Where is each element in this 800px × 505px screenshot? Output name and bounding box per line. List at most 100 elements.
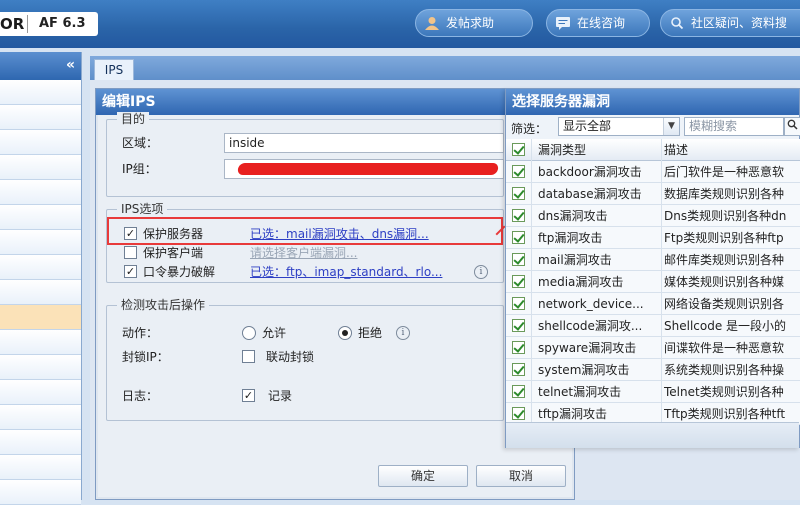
vuln-type-cell: mail漏洞攻击 [538,253,612,267]
row-checkbox[interactable] [512,363,525,376]
online-consult-button[interactable]: 在线咨询 [546,9,650,37]
table-row[interactable]: mail漏洞攻击 邮件库类规则识别各种 [506,249,800,271]
vuln-type-cell: system漏洞攻击 [538,363,630,377]
search-icon [671,17,684,30]
row-checkbox[interactable] [512,319,525,332]
table-row[interactable]: backdoor漏洞攻击 后门软件是一种恶意软 [506,161,800,183]
top-bar: OR AF 6.3 发帖求助 在线咨询 社区疑问、资料搜 [0,0,800,48]
left-nav-panel: « [0,52,82,505]
bruteforce-checkbox[interactable]: ✓ [124,265,137,278]
tab-ips[interactable]: IPS [94,59,134,80]
linked-block-checkbox[interactable] [242,350,255,363]
nav-item[interactable] [0,205,81,230]
table-row[interactable]: media漏洞攻击 媒体类规则识别各种媒 [506,271,800,293]
zone-input[interactable]: inside [224,133,504,153]
column-divider [531,337,532,359]
protect-client-label: 保护客户端 [143,246,204,260]
row-checkbox[interactable] [512,209,525,222]
ok-button[interactable]: 确定 [378,465,468,487]
protect-client-checkbox[interactable] [124,246,137,259]
edit-ips-dialog: 编辑IPS 目的 区域： inside IP组： IPS选项 ✓ 保护服务器 已… [95,88,575,500]
dialog-body: 目的 区域： inside IP组： IPS选项 ✓ 保护服务器 已选：mail… [98,112,572,497]
row-checkbox[interactable] [512,297,525,310]
collapse-icon[interactable]: « [66,58,75,72]
table-row[interactable]: ftp漏洞攻击 Ftp类规则识别各种ftp [506,227,800,249]
deny-radio[interactable] [338,326,352,340]
help-post-button[interactable]: 发帖求助 [415,9,533,37]
chevron-down-icon[interactable]: ▼ [663,118,679,135]
search-icon[interactable] [784,117,800,136]
column-divider [661,381,662,403]
column-divider [661,139,662,161]
nav-item[interactable] [0,480,81,505]
column-header-type: 漏洞类型 [538,143,587,157]
table-row[interactable]: network_device... 网络设备类规则识别各 [506,293,800,315]
nav-item[interactable] [0,455,81,480]
column-divider [661,315,662,337]
bruteforce-label: 口令暴力破解 [143,265,216,279]
filter-select-value: 显示全部 [563,119,612,133]
brand-logo: OR AF 6.3 [0,12,98,36]
version-label: AF 6.3 [39,16,86,31]
protect-client-link[interactable]: 请选择客户端漏洞... [250,245,357,261]
column-divider [531,227,532,249]
vuln-type-cell: telnet漏洞攻击 [538,385,622,399]
nav-item[interactable] [0,280,81,305]
nav-item[interactable] [0,430,81,455]
info-icon[interactable]: i [474,265,488,279]
table-row[interactable]: database漏洞攻击 数据库类规则识别各种 [506,183,800,205]
community-search-button[interactable]: 社区疑问、资料搜 [660,9,800,37]
chat-icon [556,17,570,30]
nav-item[interactable] [0,255,81,280]
nav-item[interactable] [0,180,81,205]
table-row[interactable]: telnet漏洞攻击 Telnet类规则识别各种 [506,381,800,403]
after-detection-legend: 检测攻击后操作 [117,298,210,312]
nav-item[interactable] [0,330,81,355]
column-divider [531,293,532,315]
vuln-desc-cell: Dns类规则识别各种dn [664,209,787,223]
nav-item[interactable] [0,405,81,430]
nav-item[interactable] [0,155,81,180]
vuln-desc-cell: 间谍软件是一种恶意软 [664,341,785,355]
nav-item-active[interactable] [0,305,81,330]
filter-select[interactable]: 显示全部 ▼ [558,117,680,136]
action-label: 动作： [122,326,159,340]
magnifier-glyph [787,119,798,130]
fuzzy-search-input[interactable]: 模糊搜索 [684,117,784,136]
column-divider [531,183,532,205]
row-checkbox[interactable] [512,165,525,178]
nav-item[interactable] [0,355,81,380]
table-row[interactable]: shellcode漏洞攻... Shellcode 是一段小的 [506,315,800,337]
row-checkbox[interactable] [512,407,525,420]
nav-item[interactable] [0,80,81,105]
row-checkbox[interactable] [512,253,525,266]
nav-item[interactable] [0,130,81,155]
row-checkbox[interactable] [512,385,525,398]
table-row[interactable]: dns漏洞攻击 Dns类规则识别各种dn [506,205,800,227]
cancel-button[interactable]: 取消 [476,465,566,487]
nav-item[interactable] [0,230,81,255]
left-nav-header: « [0,52,81,80]
column-divider [661,359,662,381]
vuln-type-cell: tftp漏洞攻击 [538,407,608,421]
info-icon[interactable]: i [396,326,410,340]
nav-item[interactable] [0,105,81,130]
column-divider [661,337,662,359]
community-search-label: 社区疑问、资料搜 [691,16,788,30]
table-row[interactable]: system漏洞攻击 系统类规则识别各种操 [506,359,800,381]
allow-radio[interactable] [242,326,256,340]
log-record-checkbox[interactable]: ✓ [242,389,255,402]
ips-options-legend: IPS选项 [117,202,168,216]
row-checkbox[interactable] [512,341,525,354]
bruteforce-link[interactable]: 已选：ftp、imap_standard、rlo... [250,264,442,280]
vuln-type-cell: spyware漏洞攻击 [538,341,637,355]
nav-item[interactable] [0,380,81,405]
vuln-desc-cell: Tftp类规则识别各种tft [664,407,786,421]
vuln-type-cell: database漏洞攻击 [538,187,642,201]
brand-separator [27,15,28,33]
select-all-checkbox[interactable] [512,143,525,156]
table-row[interactable]: spyware漏洞攻击 间谍软件是一种恶意软 [506,337,800,359]
row-checkbox[interactable] [512,275,525,288]
row-checkbox[interactable] [512,231,525,244]
row-checkbox[interactable] [512,187,525,200]
